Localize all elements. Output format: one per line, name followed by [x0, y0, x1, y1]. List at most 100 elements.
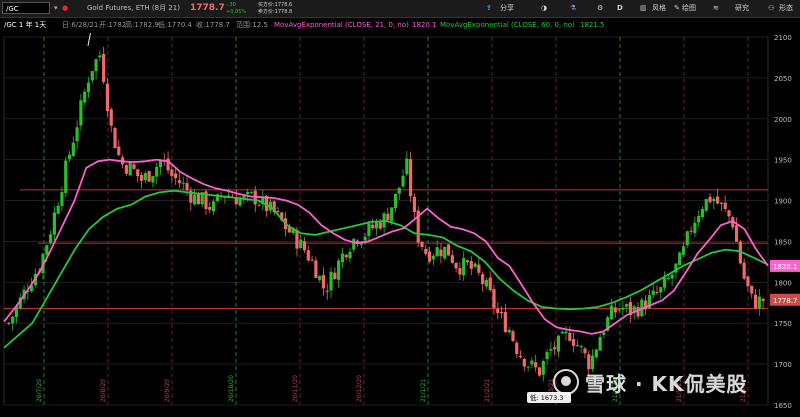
pattern-icon[interactable]: ⚇ [768, 0, 774, 17]
candle-body [193, 194, 197, 205]
candle-body [158, 160, 163, 168]
candle-body [446, 244, 451, 256]
date-marker-label: 20/10/20 [228, 375, 235, 402]
date-marker-label: 21/2/21 [484, 379, 491, 402]
candle-body [753, 294, 758, 309]
date-marker-label: 20/7/20 [36, 379, 43, 402]
candle-body [64, 160, 68, 193]
candle-body [276, 210, 280, 212]
candle-body [302, 241, 307, 251]
info-bar: /GC 1 年 1天 日:6/28/21 开:1782 高:1782.9 低:1… [0, 18, 800, 33]
style-button[interactable]: 风格 [652, 0, 666, 17]
symbol-menu-icon[interactable]: ▾ [54, 0, 58, 17]
candle-body [174, 173, 178, 179]
candle-body [155, 166, 159, 177]
y-tick-label: 2100 [774, 34, 792, 42]
candle-body [549, 349, 553, 351]
candle-body [602, 332, 606, 335]
candle-body [727, 210, 731, 217]
y-tick-label: 1750 [774, 320, 792, 328]
candle-body [431, 255, 435, 260]
candle-body [583, 348, 587, 354]
candle-body [621, 307, 625, 310]
candle-body [48, 234, 53, 244]
ema21-label: MovAvgExponential (CLOSE, 21, 0, no) [274, 21, 409, 29]
low-annotation: 低: 1673.3 [530, 393, 564, 402]
share-icon[interactable]: ⇪ [486, 0, 492, 17]
candle-body [246, 191, 250, 194]
candle-body [469, 261, 473, 269]
y-tick-label: 1700 [774, 361, 792, 369]
candle-body [45, 245, 49, 255]
style-icon[interactable]: ▥ [640, 0, 647, 17]
sound-icon[interactable]: ◑ [541, 0, 547, 17]
study-button[interactable]: 研究 [735, 0, 749, 17]
candle-body [496, 308, 500, 314]
candle-body [507, 329, 511, 333]
candle-body [541, 360, 545, 375]
candle-body [560, 331, 564, 334]
candle-body [11, 316, 15, 324]
candle-body [697, 215, 701, 223]
candle-body [712, 198, 716, 202]
link-icon[interactable]: ● [62, 0, 68, 17]
range-label: 范围:12.5 [236, 21, 268, 29]
candle-body [693, 222, 697, 234]
date-marker-label: 20/12/20 [356, 375, 363, 402]
candle-body [534, 362, 538, 368]
candle-body [458, 268, 462, 275]
candle-body [420, 241, 424, 247]
candle-body [427, 251, 432, 262]
candle-body [450, 255, 454, 263]
candle-body [318, 275, 322, 280]
candle-body [462, 257, 466, 276]
symbol-input[interactable]: /GC [2, 2, 50, 14]
y-tick-label: 1950 [774, 157, 792, 165]
candle-body [60, 192, 64, 207]
candle-body [151, 175, 155, 183]
candle-body [761, 298, 765, 302]
candle-body [181, 182, 185, 184]
candle-body [526, 366, 530, 368]
candle-body [678, 252, 682, 266]
candle-body [666, 277, 670, 280]
share-button[interactable]: 分享 [500, 0, 514, 17]
price-chart[interactable]: 2100 2050 2000 1950 1900 1850 1800 1750 1700 1650… [0, 33, 800, 417]
candle-body [617, 309, 621, 311]
candle-body [689, 230, 693, 232]
candle-body [609, 305, 614, 320]
candle-body [685, 231, 689, 246]
candle-body [503, 311, 507, 333]
candle-body [170, 169, 174, 176]
candle-body [71, 142, 75, 156]
ema21-price-tag: 1820.1 [773, 263, 798, 271]
candle-body [734, 225, 739, 242]
candle-body [102, 53, 106, 82]
candle-body [314, 260, 318, 278]
candle-body [249, 191, 254, 193]
candle-body [98, 55, 102, 58]
pattern-button[interactable]: 形态 [779, 0, 793, 17]
candle-body [659, 287, 663, 293]
candle-body [723, 202, 727, 209]
candle-body [572, 339, 576, 346]
gear-icon[interactable]: ⚙ [597, 0, 603, 17]
candle-body [124, 165, 128, 174]
candle-body [670, 274, 674, 279]
candle-body [700, 209, 705, 218]
candle-body [613, 307, 617, 313]
candle-body [575, 345, 579, 347]
low-label: 低:1770.4 [158, 21, 192, 29]
draw-button[interactable]: 绘图 [682, 0, 696, 17]
candle-body [719, 202, 724, 204]
date-marker-label: 20/11/20 [292, 375, 299, 402]
candle-body [594, 349, 598, 358]
study-icon[interactable]: ≋ [713, 0, 719, 17]
flask-icon[interactable]: ⚗ [570, 0, 576, 17]
draw-icon[interactable]: ✎ [674, 0, 680, 17]
candle-body [530, 360, 534, 365]
aggregation-button[interactable]: D [617, 0, 623, 17]
candle-body [473, 263, 477, 267]
interval-label: /GC 1 年 1天 [4, 21, 47, 29]
candle-body [587, 354, 591, 370]
